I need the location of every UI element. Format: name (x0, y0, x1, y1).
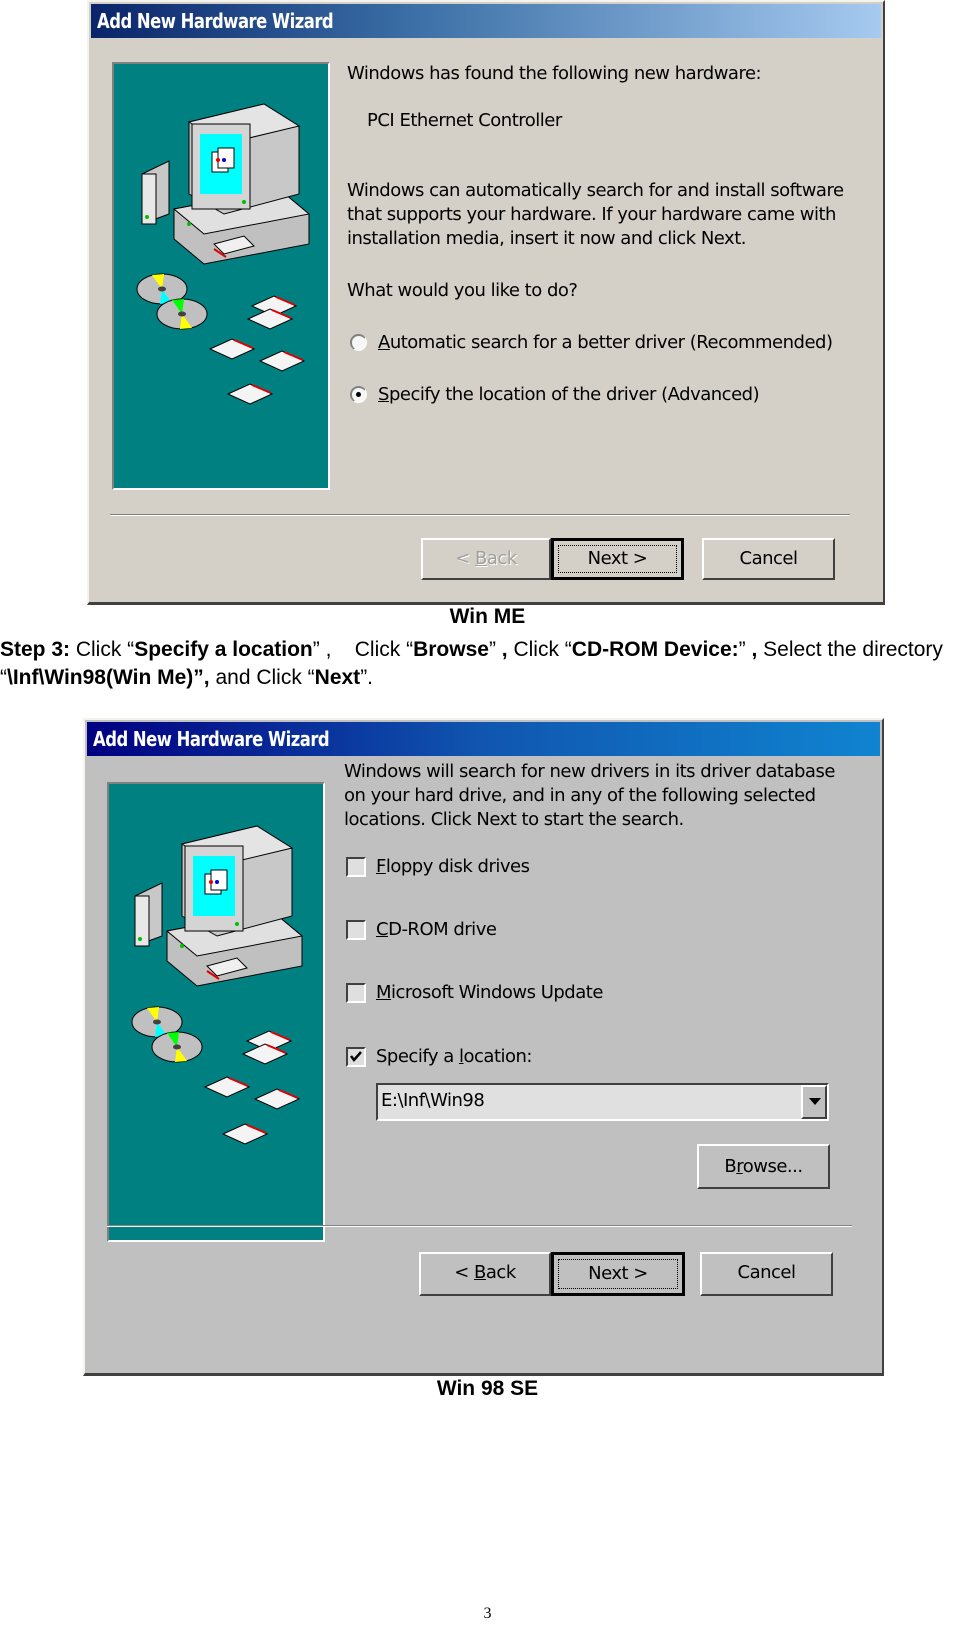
description-line-2: that supports your hardware. If your har… (347, 204, 836, 225)
text: and Click “ (209, 666, 315, 689)
checkbox-specify-location-label[interactable]: Specify a location: (376, 1045, 532, 1069)
label-text: Specify a (376, 1046, 459, 1067)
text: Click “ (507, 638, 572, 661)
radio-specify-location[interactable] (350, 386, 367, 403)
text: ” (488, 638, 502, 661)
location-value[interactable]: E:\Inf\Win98 (381, 1085, 485, 1117)
separator (107, 1225, 852, 1227)
found-hardware-label: Windows has found the following new hard… (347, 63, 762, 84)
dialog-title: Add New Hardware Wizard (97, 9, 334, 33)
mnemonic: M (376, 982, 392, 1003)
label-text: utomatic search for a better driver (Rec… (389, 332, 833, 353)
description-line-3: locations. Click Next to start the searc… (344, 809, 684, 830)
checkbox-windows-update-label[interactable]: Microsoft Windows Update (376, 981, 603, 1005)
checkmark-icon (350, 1051, 362, 1062)
device-name: PCI Ethernet Controller (367, 110, 562, 131)
checkbox-cd-rom-drive-label[interactable]: CD-ROM drive (376, 918, 497, 942)
wizard-illustration (112, 62, 330, 490)
computer-with-disks-icon (131, 825, 304, 1145)
text: ” (738, 638, 752, 661)
checkbox-windows-update[interactable] (346, 983, 366, 1003)
dialog-title: Add New Hardware Wizard (93, 727, 330, 751)
step-3-instructions: Step 3: Click “Specify a location” , Cli… (0, 636, 975, 692)
next-button[interactable]: Next > (551, 538, 684, 580)
question-label: What would you like to do? (347, 280, 578, 301)
wizard-illustration (107, 782, 325, 1242)
description-line-1: Windows can automatically search for and… (347, 180, 844, 201)
checkbox-floppy-disk-drives-label[interactable]: Floppy disk drives (376, 855, 530, 879)
description-line-1: Windows will search for new drivers in i… (344, 761, 835, 782)
label-text: ocation: (463, 1046, 533, 1067)
emphasis: Next (314, 666, 361, 689)
title-bar[interactable]: Add New Hardware Wizard (91, 4, 881, 38)
label-text: owse... (742, 1156, 803, 1177)
cancel-button[interactable]: Cancel (700, 1252, 833, 1296)
description-line-2: on your hard drive, and in any of the fo… (344, 785, 816, 806)
label-prefix: < (454, 1262, 475, 1283)
label-text: icrosoft Windows Update (391, 982, 603, 1003)
title-bar[interactable]: Add New Hardware Wizard (87, 722, 880, 756)
label-text: D-ROM drive (388, 919, 497, 940)
label-text: B (724, 1156, 737, 1177)
mnemonic: S (378, 384, 389, 405)
description-line-3: installation media, insert it now and cl… (347, 228, 746, 249)
page-number: 3 (483, 1605, 492, 1622)
caption-win-98-se: Win 98 SE (436, 1377, 539, 1400)
separator (110, 514, 850, 516)
wizard-dialog-win-me: Add New Hardware Wizard Windows has foun… (87, 0, 885, 605)
checkbox-floppy-disk-drives[interactable] (346, 857, 366, 877)
mnemonic: A (378, 332, 390, 353)
emphasis: CD-ROM Device: (571, 638, 739, 661)
emphasis: Browse (413, 638, 489, 661)
step-label: Step 3: (0, 638, 71, 661)
checkbox-cd-rom-drive[interactable] (346, 920, 366, 940)
dropdown-arrow-icon[interactable] (801, 1085, 827, 1119)
label-text: pecify the location of the driver (Advan… (388, 384, 760, 405)
label-text: Cancel (737, 1262, 796, 1283)
emphasis: \Inf\Win98(Win Me) (7, 666, 194, 689)
next-button[interactable]: Next > (551, 1252, 685, 1296)
text: ”. (360, 666, 374, 689)
emphasis: Specify a location (134, 638, 313, 661)
text: Click “ (70, 638, 135, 661)
checkbox-specify-location[interactable] (346, 1047, 366, 1067)
text: ” , Click “ (312, 638, 414, 661)
mnemonic: C (376, 919, 389, 940)
browse-button[interactable]: Browse... (697, 1144, 830, 1189)
cancel-button[interactable]: Cancel (702, 538, 835, 580)
radio-automatic-search-label[interactable]: Automatic search for a better driver (Re… (378, 331, 833, 355)
back-button[interactable]: < Back (421, 538, 551, 580)
radio-automatic-search[interactable] (350, 334, 367, 351)
label-text: ack (486, 548, 517, 569)
computer-with-disks-icon (136, 103, 311, 405)
focus-rect (558, 545, 677, 573)
label-prefix: < (455, 548, 476, 569)
back-button[interactable]: < Back (419, 1252, 551, 1296)
label-text: ack (485, 1262, 516, 1283)
mnemonic: B (475, 548, 487, 569)
focus-rect (558, 1259, 678, 1289)
label-text: loppy disk drives (385, 856, 530, 877)
radio-specify-location-label[interactable]: Specify the location of the driver (Adva… (378, 383, 760, 407)
caption-win-me: Win ME (449, 605, 526, 628)
label-text: Cancel (739, 548, 798, 569)
mnemonic: F (376, 856, 386, 877)
mnemonic: B (474, 1262, 486, 1283)
wizard-dialog-win-98: Add New Hardware Wizard Windows will sea… (83, 718, 884, 1376)
emphasis: ”, (193, 666, 210, 689)
location-combobox[interactable]: E:\Inf\Win98 (376, 1083, 829, 1121)
